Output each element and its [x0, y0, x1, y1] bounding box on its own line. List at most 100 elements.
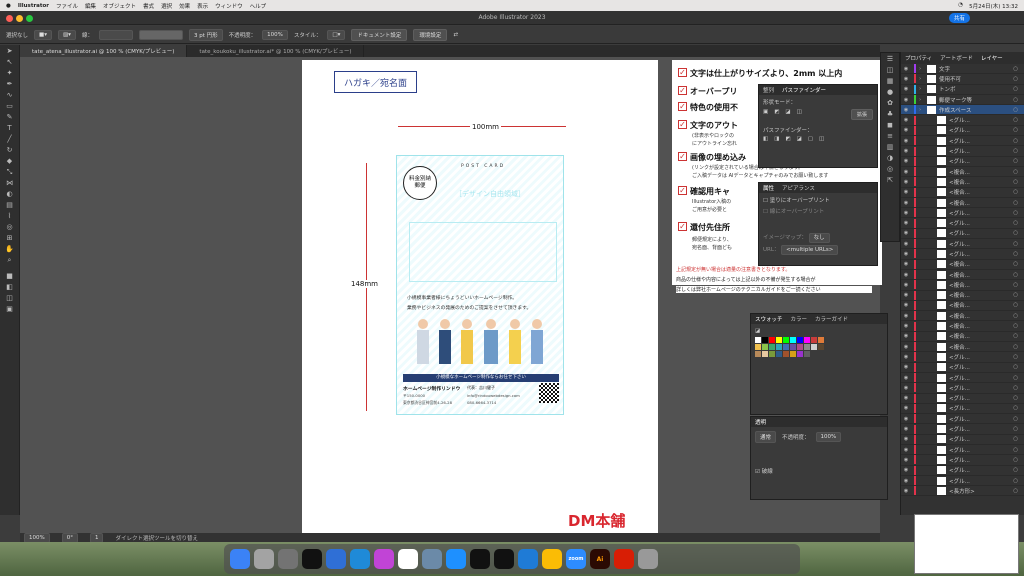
- magic-wand-icon[interactable]: ✦: [4, 69, 16, 77]
- overprint-stroke-checkbox[interactable]: ☐: [763, 209, 768, 215]
- eye-icon[interactable]: ◉: [901, 354, 911, 360]
- target-icon[interactable]: ○: [1013, 478, 1018, 484]
- curvature-tool-icon[interactable]: ∿: [4, 91, 16, 99]
- target-icon[interactable]: ○: [1013, 333, 1018, 339]
- swatch[interactable]: [804, 351, 810, 357]
- swatch[interactable]: [783, 344, 789, 350]
- color-icon[interactable]: ●: [884, 88, 896, 96]
- target-icon[interactable]: ○: [1013, 375, 1018, 381]
- swatch[interactable]: [762, 351, 768, 357]
- eye-icon[interactable]: ◉: [901, 272, 911, 278]
- target-icon[interactable]: ○: [1013, 210, 1018, 216]
- eye-icon[interactable]: ◉: [901, 200, 911, 206]
- swatch[interactable]: [811, 344, 817, 350]
- dock-preview-icon[interactable]: [422, 549, 442, 569]
- menu-select[interactable]: 選択: [161, 2, 172, 10]
- opacity-input[interactable]: 100%: [262, 29, 288, 40]
- pencil-tool-icon[interactable]: ✎: [4, 113, 16, 121]
- menu-help[interactable]: ヘルプ: [250, 2, 267, 10]
- outline-icon[interactable]: ▢: [808, 136, 813, 142]
- eye-icon[interactable]: ◉: [901, 385, 911, 391]
- stroke-weight-input[interactable]: [98, 29, 133, 40]
- layer-row[interactable]: ◉ <グル... ○: [901, 455, 1024, 466]
- eye-icon[interactable]: ◉: [901, 282, 911, 288]
- target-icon[interactable]: ○: [1013, 302, 1018, 308]
- eye-icon[interactable]: ◉: [901, 189, 911, 195]
- layer-row[interactable]: ◉ <グル... ○: [901, 362, 1024, 373]
- target-icon[interactable]: ○: [1013, 189, 1018, 195]
- eye-icon[interactable]: ◉: [901, 395, 911, 401]
- dock-safari-icon[interactable]: [446, 549, 466, 569]
- eye-icon[interactable]: ◉: [901, 344, 911, 350]
- stroke-icon[interactable]: ≡: [884, 132, 896, 140]
- eye-icon[interactable]: ◉: [901, 313, 911, 319]
- eye-icon[interactable]: ◉: [901, 478, 911, 484]
- swatch-grid[interactable]: [755, 351, 883, 357]
- layers-icon[interactable]: ◫: [884, 66, 896, 74]
- target-icon[interactable]: ○: [1013, 292, 1018, 298]
- target-icon[interactable]: ○: [1013, 251, 1018, 257]
- export-icon[interactable]: ⇱: [884, 176, 896, 184]
- crop-icon[interactable]: ◪: [797, 136, 802, 142]
- target-icon[interactable]: ○: [1013, 282, 1018, 288]
- eye-icon[interactable]: ◉: [901, 169, 911, 175]
- swatch[interactable]: [755, 351, 761, 357]
- target-icon[interactable]: ○: [1013, 148, 1018, 154]
- tab-swatches[interactable]: スウォッチ: [755, 315, 783, 323]
- tab-tate-koukoku[interactable]: tate_koukoku_illustrator.ai* @ 100 % (CM…: [187, 45, 365, 57]
- eye-icon[interactable]: ◉: [901, 230, 911, 236]
- expand-arrow-icon[interactable]: ›: [919, 97, 927, 103]
- unite-icon[interactable]: ▣: [763, 109, 768, 120]
- eye-icon[interactable]: ◉: [901, 179, 911, 185]
- eye-icon[interactable]: ◉: [901, 292, 911, 298]
- layer-row[interactable]: ◉ <グル... ○: [901, 125, 1024, 137]
- dock-bear-icon[interactable]: [398, 549, 418, 569]
- postcard[interactable]: POST CARD 料金別納 郵便 ［デザイン自由領域］ 小規模事業者様にちょう…: [396, 155, 564, 415]
- knockout-checkbox[interactable]: ☑: [755, 469, 760, 475]
- eye-icon[interactable]: ◉: [901, 405, 911, 411]
- layer-row[interactable]: ◉ <グル... ○: [901, 476, 1024, 487]
- dock-zoom-icon[interactable]: zoom: [566, 549, 586, 569]
- menu-object[interactable]: オブジェクト: [103, 2, 136, 10]
- swatch[interactable]: [769, 351, 775, 357]
- eye-icon[interactable]: ◉: [901, 76, 911, 82]
- fill-stroke-icon[interactable]: ◪: [755, 328, 760, 334]
- layer-row[interactable]: ◉ <複合... ○: [901, 331, 1024, 343]
- layer-row[interactable]: ◉ <複合... ○: [901, 300, 1024, 312]
- layer-row[interactable]: ◉ <グル... ○: [901, 249, 1024, 260]
- target-icon[interactable]: ○: [1013, 200, 1018, 206]
- libraries-icon[interactable]: ▦: [884, 77, 896, 85]
- eye-icon[interactable]: ◉: [901, 251, 911, 257]
- eye-icon[interactable]: ◉: [901, 86, 911, 92]
- rotation-select[interactable]: 0°: [61, 532, 78, 543]
- swatch[interactable]: [818, 344, 824, 350]
- swatch[interactable]: [776, 337, 782, 343]
- layer-row[interactable]: ◉ <グル... ○: [901, 228, 1024, 240]
- swatch[interactable]: [797, 344, 803, 350]
- merge-icon[interactable]: ◩: [785, 136, 790, 142]
- layer-row[interactable]: ◉ <グル... ○: [901, 136, 1024, 147]
- layer-row[interactable]: ◉ <グル... ○: [901, 218, 1024, 229]
- swatch[interactable]: [776, 344, 782, 350]
- swatch-grid[interactable]: [755, 337, 883, 343]
- menu-effect[interactable]: 効果: [179, 2, 190, 10]
- trim-icon[interactable]: ◨: [774, 136, 779, 142]
- layer-row[interactable]: ◉ <複合... ○: [901, 177, 1024, 188]
- clock[interactable]: 5月24日(木) 13:32: [969, 2, 1018, 10]
- layer-row[interactable]: ◉ <複合... ○: [901, 280, 1024, 291]
- dock-finder-icon[interactable]: [230, 549, 250, 569]
- eye-icon[interactable]: ◉: [901, 138, 911, 144]
- layer-row[interactable]: ◉ <グル... ○: [901, 434, 1024, 445]
- dock-box-icon[interactable]: [326, 549, 346, 569]
- tab-transparency[interactable]: 透明: [755, 418, 766, 426]
- layer-row[interactable]: ◉ <グル... ○: [901, 465, 1024, 476]
- eye-icon[interactable]: ◉: [901, 127, 911, 133]
- gradient-icon[interactable]: ▥: [884, 143, 896, 151]
- menu-file[interactable]: ファイル: [56, 2, 78, 10]
- appearance-icon[interactable]: ◎: [884, 165, 896, 173]
- swatch-grid[interactable]: [755, 344, 883, 350]
- target-icon[interactable]: ○: [1013, 86, 1018, 92]
- swatch[interactable]: [818, 337, 824, 343]
- dock-settings-icon[interactable]: [278, 549, 298, 569]
- arrange-icon[interactable]: ⇄: [453, 32, 458, 38]
